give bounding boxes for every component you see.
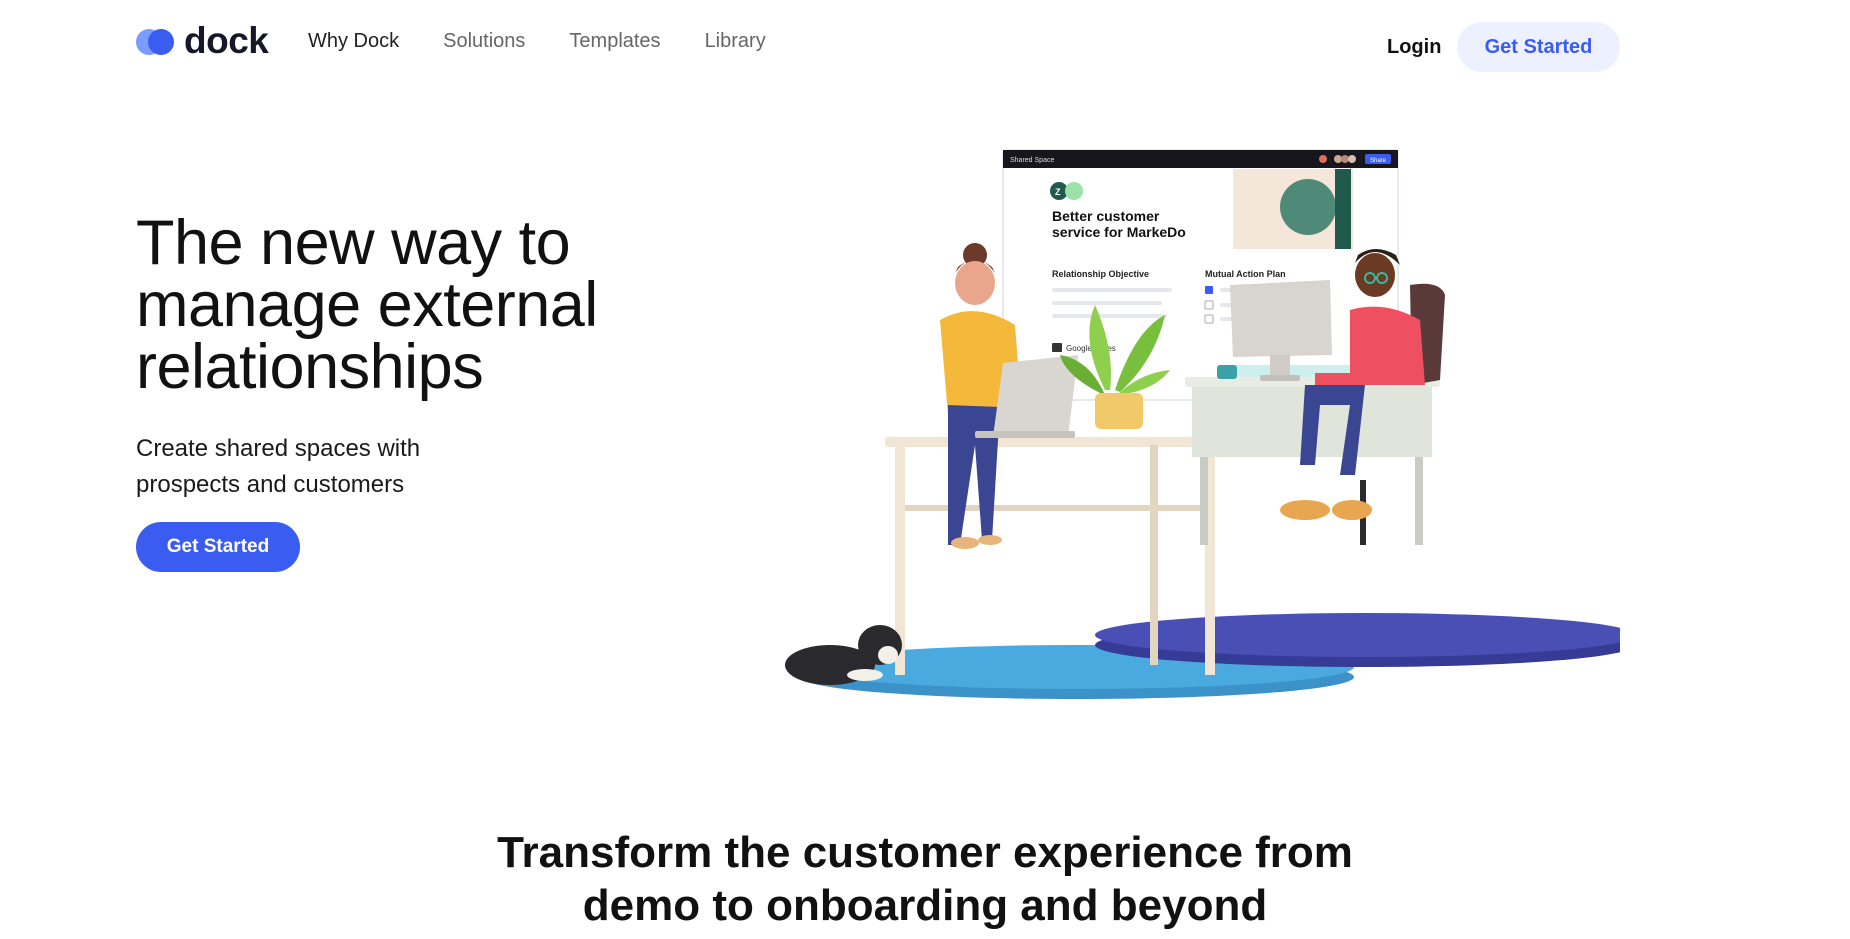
- nav-links: Why Dock Solutions Templates Library: [308, 30, 766, 53]
- nav-link-why-dock[interactable]: Why Dock: [308, 30, 399, 53]
- nav-link-templates[interactable]: Templates: [569, 30, 660, 53]
- mockup-col2-heading: Mutual Action Plan: [1205, 269, 1286, 279]
- logo-text: dock: [184, 20, 269, 61]
- hero-title: The new way to manage external relations…: [136, 208, 598, 402]
- section-heading: Transform the customer experience from d…: [425, 826, 1425, 932]
- mockup-card-title-line1: Better customer: [1052, 208, 1160, 224]
- hero-subtitle: Create shared spaces with prospects and …: [136, 435, 421, 498]
- mockup-col1-heading: Relationship Objective: [1052, 269, 1149, 279]
- mockup-card-title-line2: service for MarkeDo: [1052, 224, 1186, 240]
- mug: [1217, 365, 1237, 379]
- hero-get-started-button[interactable]: Get Started: [136, 522, 300, 572]
- dock-logo[interactable]: dock: [136, 20, 269, 62]
- hero-illustration: Shared Space Share Z Better customer ser…: [785, 149, 1620, 699]
- top-nav: dock Why Dock Solutions Templates Librar…: [0, 0, 1850, 90]
- dock-logo-icon: [136, 26, 178, 56]
- login-link[interactable]: Login: [1387, 36, 1441, 59]
- section-heading-line2: demo to onboarding and beyond: [582, 881, 1268, 930]
- nav-get-started-button[interactable]: Get Started: [1457, 22, 1620, 72]
- mockup-logo-letter: Z: [1055, 187, 1061, 197]
- nav-link-library[interactable]: Library: [705, 30, 766, 53]
- nav-link-solutions[interactable]: Solutions: [443, 30, 525, 53]
- mockup-share-label: Share: [1370, 158, 1387, 164]
- section-heading-line1: Transform the customer experience from: [497, 828, 1353, 877]
- mockup-window-label: Shared Space: [1010, 157, 1054, 164]
